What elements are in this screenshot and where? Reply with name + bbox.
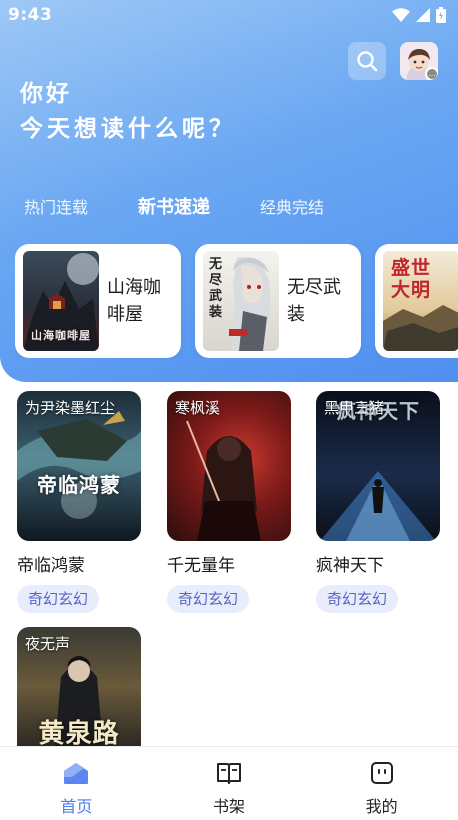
book-author: 黑甲三猪: [324, 399, 385, 417]
featured-carousel: 山海咖啡屋 山海咖啡屋 无尽武装 无尽武装 盛世大明: [15, 244, 458, 358]
book-author: 夜无声: [25, 635, 71, 653]
cover-title: 黄泉路: [38, 719, 120, 746]
tab-new-books[interactable]: 新书速递: [138, 193, 210, 219]
book-cover: 山海咖啡屋: [23, 251, 99, 351]
greeting: 你好 今天想读什么呢？: [20, 78, 236, 146]
category-tabs: 热门连载 新书速递 经典完结: [24, 193, 324, 219]
home-icon: [64, 763, 89, 784]
status-bar: 9:43: [0, 0, 458, 30]
avatar-badge: …: [425, 67, 438, 80]
bottom-navigation: 首页 书架 我的: [0, 746, 458, 820]
signal-icon: [416, 8, 430, 22]
book-author: 为尹染墨红尘: [25, 399, 116, 417]
featured-card[interactable]: 山海咖啡屋 山海咖啡屋: [15, 244, 181, 358]
book-title: 疯神天下: [316, 556, 384, 576]
book-cover: 无尽武装: [203, 251, 279, 351]
featured-book-name: 无尽武装: [287, 277, 341, 325]
cover-title: 盛世大明: [391, 257, 432, 301]
bookshelf-icon: [217, 763, 241, 784]
avatar[interactable]: …: [400, 42, 438, 80]
book-cover: 寒枫溪: [167, 391, 291, 541]
tab-completed[interactable]: 经典完结: [260, 194, 324, 218]
featured-card[interactable]: 无尽武装 无尽武装: [195, 244, 361, 358]
book-title: 帝临鸿蒙: [17, 556, 85, 576]
cover-title: 山海咖啡屋: [31, 329, 91, 342]
genre-tag[interactable]: 奇幻玄幻: [17, 585, 100, 613]
search-icon: [357, 51, 378, 72]
search-button[interactable]: [348, 42, 386, 80]
greeting-title: 你好: [20, 81, 72, 107]
nav-profile[interactable]: 我的: [305, 747, 458, 820]
book-cover: 疯神天下 黑甲三猪: [316, 391, 440, 541]
cover-title: 无尽武装: [208, 257, 223, 320]
nav-bookshelf[interactable]: 书架: [153, 747, 306, 820]
profile-icon: [370, 762, 393, 784]
book-title: 千无量年: [167, 556, 235, 576]
nav-home[interactable]: 首页: [0, 747, 153, 820]
book-cover: 帝临鸿蒙 为尹染墨红尘: [17, 391, 141, 541]
nav-label: 首页: [60, 797, 93, 816]
book-item[interactable]: 寒枫溪 千无量年 奇幻玄幻: [167, 391, 291, 613]
battery-icon: [436, 7, 446, 23]
nav-label: 我的: [365, 797, 398, 816]
book-item[interactable]: 帝临鸿蒙 为尹染墨红尘 帝临鸿蒙 奇幻玄幻: [17, 391, 141, 613]
genre-tag[interactable]: 奇幻玄幻: [316, 585, 399, 613]
wifi-icon: [392, 8, 410, 22]
status-icons: [392, 7, 446, 23]
book-cover: 黄泉路 夜无声: [17, 627, 141, 746]
top-actions: …: [348, 42, 438, 80]
genre-tag[interactable]: 奇幻玄幻: [167, 585, 250, 613]
book-author: 寒枫溪: [175, 399, 221, 417]
cover-title: 帝临鸿蒙: [37, 473, 121, 497]
nav-label: 书架: [213, 797, 246, 816]
status-time: 9:43: [8, 5, 53, 25]
greeting-subtitle: 今天想读什么呢？: [20, 116, 236, 142]
book-item[interactable]: 疯神天下 黑甲三猪 疯神天下 奇幻玄幻: [316, 391, 440, 613]
book-cover: 盛世大明: [383, 251, 458, 351]
book-item[interactable]: 黄泉路 夜无声: [17, 627, 141, 746]
tab-hot-serial[interactable]: 热门连载: [24, 194, 88, 218]
featured-card[interactable]: 盛世大明: [375, 244, 458, 358]
featured-book-name: 山海咖啡屋: [107, 277, 161, 325]
